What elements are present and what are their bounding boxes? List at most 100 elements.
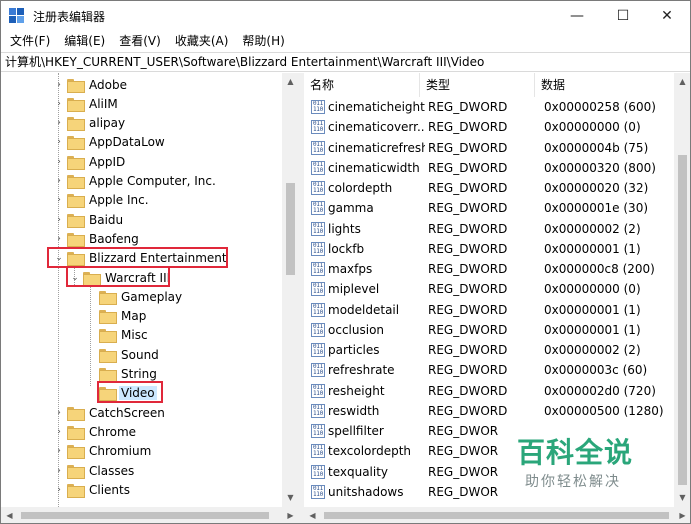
- menu-favorites[interactable]: 收藏夹(A): [168, 31, 236, 51]
- reg-dword-icon: 011 110: [311, 444, 325, 459]
- value-data: 0x00000001 (1): [544, 322, 641, 337]
- value-row[interactable]: 011 110 cinematicwidth REG_DWORD 0x00000320…: [304, 158, 676, 178]
- tree-scroll-thumb[interactable]: [286, 183, 295, 275]
- folder-icon: [99, 368, 117, 382]
- folder-icon: [67, 213, 85, 228]
- value-row[interactable]: 011 110 modeldetail REG_DWORD 0x00000001 (1…: [304, 300, 676, 320]
- chevron-right-icon[interactable]: ›: [51, 191, 67, 210]
- chevron-right-icon[interactable]: ›: [51, 114, 67, 133]
- tree-item-misc[interactable]: Misc: [83, 326, 150, 345]
- reg-dword-icon-text: 011 110: [313, 100, 323, 113]
- chevron-right-icon[interactable]: ›: [51, 442, 67, 461]
- tree-item-appdatalow[interactable]: › AppDataLow: [51, 133, 167, 152]
- tree-item-label: Adobe: [89, 77, 127, 92]
- value-type: REG_DWOR: [428, 464, 499, 479]
- tree-item-apple-inc[interactable]: › Apple Inc.: [51, 191, 151, 210]
- tree-item-baidu[interactable]: › Baidu: [51, 210, 125, 229]
- value-type: REG_DWORD: [428, 322, 508, 337]
- menu-edit[interactable]: 编辑(E): [57, 31, 112, 51]
- value-name: gamma: [328, 201, 374, 216]
- tree-item-label: Baidu: [89, 212, 124, 227]
- chevron-right-icon[interactable]: ›: [51, 403, 67, 422]
- close-button[interactable]: ✕: [644, 1, 690, 31]
- reg-dword-icon-text: 011 110: [313, 221, 323, 235]
- tree-hscroll-thumb[interactable]: [21, 512, 269, 519]
- value-row[interactable]: 011 110 reswidth REG_DWORD 0x00000500 (1280…: [304, 401, 676, 421]
- value-data: 0x00000020 (32): [544, 181, 649, 195]
- value-row[interactable]: 011 110 cinematicrefresh REG_DWORD 0x000000…: [304, 138, 676, 158]
- value-row[interactable]: 011 110 cinematicoverr... REG_DWORD 0x00000…: [304, 117, 676, 137]
- highlight-box-blizzard: [47, 247, 228, 268]
- tree-item-sound[interactable]: Sound: [83, 345, 161, 364]
- chevron-right-icon[interactable]: ›: [51, 210, 67, 229]
- column-header-data[interactable]: 数据: [535, 73, 676, 97]
- tree-item-label: Chrome: [89, 424, 137, 439]
- value-type: REG_DWORD: [428, 363, 508, 378]
- value-row[interactable]: 011 110 lights REG_DWORD 0x00000002 (2): [304, 219, 676, 239]
- list-hscroll-thumb[interactable]: [324, 512, 669, 519]
- value-row[interactable]: 011 110 lockfb REG_DWORD 0x00000001 (1): [304, 239, 676, 259]
- tree-item-baofeng[interactable]: › Baofeng: [51, 229, 141, 248]
- tree-item-apple-computer-inc[interactable]: › Apple Computer, Inc.: [51, 172, 218, 191]
- tree-item-clients[interactable]: › Clients: [51, 480, 132, 499]
- value-name: lights: [328, 221, 361, 236]
- chevron-right-icon[interactable]: ›: [51, 152, 67, 171]
- tree-item-gameplay[interactable]: Gameplay: [83, 287, 184, 306]
- tree-item-adobe[interactable]: › Adobe: [51, 75, 129, 94]
- list-scroll-thumb[interactable]: [678, 155, 687, 485]
- list-vertical-scrollbar[interactable]: ▲ ▼: [674, 73, 690, 507]
- maximize-button[interactable]: ☐: [600, 1, 646, 31]
- chevron-right-icon[interactable]: ›: [51, 75, 67, 94]
- value-row[interactable]: 011 110 occlusion REG_DWORD 0x00000001 (1): [304, 320, 676, 340]
- value-row[interactable]: 011 110 particles REG_DWORD 0x00000002 (2): [304, 340, 676, 360]
- address-bar[interactable]: 计算机\HKEY_CURRENT_USER\Software\Blizzard …: [1, 52, 690, 72]
- value-row[interactable]: 011 110 refreshrate REG_DWORD 0x0000003c (6…: [304, 360, 676, 380]
- tree-item-chrome[interactable]: › Chrome: [51, 422, 138, 441]
- value-row[interactable]: 011 110 gamma REG_DWORD 0x0000001e (30): [304, 198, 676, 218]
- value-name: particles: [328, 343, 380, 357]
- value-row[interactable]: 011 110 colordepth REG_DWORD 0x00000020 (32…: [304, 178, 676, 198]
- column-header-type[interactable]: 类型: [420, 73, 535, 97]
- tree-item-chromium[interactable]: › Chromium: [51, 442, 153, 461]
- value-type: REG_DWORD: [428, 181, 508, 195]
- list-horizontal-scrollbar[interactable]: ◀ ▶: [304, 507, 690, 523]
- chevron-right-icon[interactable]: ›: [51, 94, 67, 113]
- value-type: REG_DWORD: [428, 282, 508, 297]
- menu-view[interactable]: 查看(V): [112, 31, 168, 51]
- tree-item-aliim[interactable]: › AliIM: [51, 94, 120, 113]
- tree-item-alipay[interactable]: › alipay: [51, 114, 127, 133]
- value-row[interactable]: 011 110 miplevel REG_DWORD 0x00000000 (0): [304, 279, 676, 299]
- chevron-right-icon[interactable]: ›: [51, 172, 67, 191]
- chevron-right-icon[interactable]: ›: [51, 422, 67, 441]
- menu-help[interactable]: 帮助(H): [235, 31, 291, 51]
- tree-item-classes[interactable]: › Classes: [51, 461, 136, 480]
- tree-item-catchscreen[interactable]: › CatchScreen: [51, 403, 167, 422]
- reg-dword-icon-text: 011 110: [313, 120, 323, 134]
- value-name: texquality: [328, 464, 389, 479]
- folder-icon: [67, 194, 85, 209]
- chevron-right-icon[interactable]: ›: [51, 461, 67, 480]
- folder-icon: [67, 483, 85, 498]
- minimize-button[interactable]: —: [554, 1, 600, 31]
- chevron-right-icon[interactable]: ›: [51, 229, 67, 248]
- tree-item-appid[interactable]: › AppID: [51, 152, 127, 171]
- title-bar[interactable]: 注册表编辑器 — ☐ ✕: [1, 1, 690, 31]
- tree-horizontal-scrollbar[interactable]: ◀ ▶: [1, 507, 299, 523]
- chevron-right-icon[interactable]: ›: [51, 133, 67, 152]
- menu-file[interactable]: 文件(F): [3, 31, 57, 51]
- value-name: resheight: [328, 383, 385, 398]
- tree-vertical-scrollbar[interactable]: ▲ ▼: [282, 73, 299, 507]
- tree-item-map[interactable]: Map: [83, 307, 148, 326]
- value-row[interactable]: 011 110 maxfps REG_DWORD 0x000000c8 (200): [304, 259, 676, 279]
- folder-icon: [99, 310, 117, 325]
- reg-dword-icon-text: 011 110: [313, 424, 323, 437]
- value-row[interactable]: 011 110 cinematicheight REG_DWORD 0x0000025…: [304, 97, 676, 117]
- value-row[interactable]: 011 110 resheight REG_DWORD 0x000002d0 (720…: [304, 381, 676, 401]
- column-header-name[interactable]: 名称: [304, 73, 420, 97]
- value-type: REG_DWORD: [428, 201, 508, 216]
- chevron-right-icon[interactable]: ›: [51, 480, 67, 499]
- value-data: 0x00000000 (0): [544, 120, 641, 135]
